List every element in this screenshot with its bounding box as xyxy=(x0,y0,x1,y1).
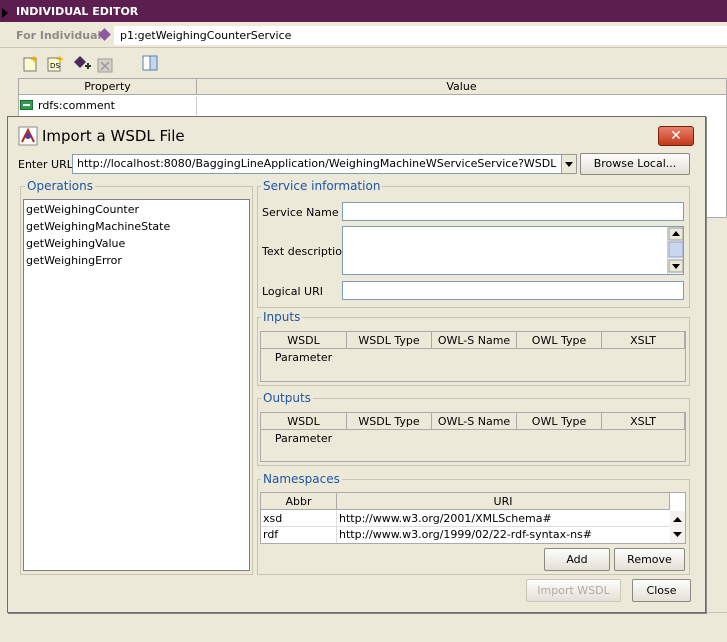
table-row[interactable]: xsd http://www.w3.org/2001/XMLSchema# xyxy=(261,511,670,527)
inputs-col-wsdl-type[interactable]: WSDL Type xyxy=(347,332,432,349)
operation-item[interactable]: getWeighingError xyxy=(26,254,122,267)
service-name-input[interactable] xyxy=(342,202,684,221)
editor-title-bar: INDIVIDUAL EDITOR xyxy=(0,0,727,22)
service-info-title: Service information xyxy=(261,179,383,193)
property-column-header[interactable]: Property xyxy=(18,78,197,95)
url-combobox-input[interactable]: http://localhost:8080/BaggingLineApplica… xyxy=(72,154,562,174)
editor-title: INDIVIDUAL EDITOR xyxy=(16,5,139,18)
outputs-col-wsdl-parameter[interactable]: WSDL Parameter xyxy=(261,413,347,445)
close-icon: ✕ xyxy=(670,128,682,144)
collapse-triangle-icon[interactable] xyxy=(2,8,8,18)
table-row[interactable]: rdf http://www.w3.org/1999/02/22-rdf-syn… xyxy=(261,527,670,543)
outputs-title: Outputs xyxy=(261,391,313,405)
inputs-col-owls-name[interactable]: OWL-S Name xyxy=(432,332,517,349)
inputs-table[interactable]: WSDL Parameter WSDL Type OWL-S Name OWL … xyxy=(260,331,686,382)
close-button[interactable]: Close xyxy=(632,579,691,602)
close-window-button[interactable]: ✕ xyxy=(658,126,694,146)
namespace-uri: http://www.w3.org/2001/XMLSchema# xyxy=(339,512,552,525)
browse-local-button[interactable]: Browse Local... xyxy=(580,153,690,175)
chevron-down-icon xyxy=(565,162,573,167)
wsdl-import-icon xyxy=(18,126,38,146)
operation-item[interactable]: getWeighingMachineState xyxy=(26,220,170,233)
scroll-arrows-icon xyxy=(673,517,682,537)
url-label: Enter URL: xyxy=(18,158,77,171)
property-row-label[interactable]: rdfs:comment xyxy=(38,98,115,114)
cell-divider xyxy=(336,527,337,543)
outputs-table[interactable]: WSDL Parameter WSDL Type OWL-S Name OWL … xyxy=(260,412,686,462)
remove-namespace-button[interactable]: Remove xyxy=(614,548,685,571)
operations-title: Operations xyxy=(25,179,95,193)
svg-text:DS: DS xyxy=(50,62,60,70)
namespaces-col-uri[interactable]: URI xyxy=(337,493,670,510)
text-description-input[interactable] xyxy=(342,226,684,275)
view-panel-icon[interactable] xyxy=(142,55,158,71)
outputs-col-xslt[interactable]: XSLT xyxy=(602,413,685,430)
namespaces-title: Namespaces xyxy=(261,472,342,486)
inputs-title: Inputs xyxy=(261,310,303,324)
text-description-label: Text description xyxy=(262,245,349,258)
outputs-col-wsdl-type[interactable]: WSDL Type xyxy=(347,413,432,430)
operation-item[interactable]: getWeighingCounter xyxy=(26,203,139,216)
logical-uri-label: Logical URI xyxy=(262,285,323,298)
value-column-header[interactable]: Value xyxy=(196,78,727,95)
namespace-abbr: rdf xyxy=(263,528,279,541)
namespace-abbr: xsd xyxy=(263,512,283,525)
individual-name-field[interactable]: p1:getWeighingCounterService xyxy=(114,26,727,45)
add-individual-icon[interactable] xyxy=(72,54,92,74)
add-namespace-button[interactable]: Add xyxy=(544,548,610,571)
outputs-col-owls-name[interactable]: OWL-S Name xyxy=(432,413,517,430)
inputs-col-owl-type[interactable]: OWL Type xyxy=(517,332,602,349)
dialog-title: Import a WSDL File xyxy=(42,127,185,145)
cell-divider xyxy=(336,511,337,527)
inputs-col-xslt[interactable]: XSLT xyxy=(602,332,685,349)
namespaces-table[interactable]: Abbr URI xsd http://www.w3.org/2001/XMLS… xyxy=(260,492,686,544)
operation-item[interactable]: getWeighingValue xyxy=(26,237,125,250)
remove-value-icon[interactable] xyxy=(96,56,116,74)
url-dropdown-button[interactable] xyxy=(561,154,577,174)
inputs-col-wsdl-parameter[interactable]: WSDL Parameter xyxy=(261,332,347,364)
create-datatype-value-icon[interactable]: DS xyxy=(46,54,66,72)
import-wsdl-button[interactable]: Import WSDL xyxy=(526,579,621,602)
editor-footer xyxy=(12,612,727,642)
service-name-label: Service Name xyxy=(262,206,339,219)
outputs-col-owl-type[interactable]: OWL Type xyxy=(517,413,602,430)
create-value-icon[interactable] xyxy=(22,54,40,72)
scroll-arrows-icon xyxy=(668,227,684,273)
for-individual-label: For Individual: xyxy=(16,29,106,42)
namespaces-col-abbr[interactable]: Abbr xyxy=(261,493,337,510)
description-scrollbar[interactable] xyxy=(667,227,684,274)
namespaces-scrollbar[interactable] xyxy=(670,511,685,543)
logical-uri-input[interactable] xyxy=(342,281,684,300)
annotation-property-icon xyxy=(20,100,33,110)
cell-divider xyxy=(196,97,197,115)
namespace-uri: http://www.w3.org/1999/02/22-rdf-syntax-… xyxy=(339,528,592,541)
